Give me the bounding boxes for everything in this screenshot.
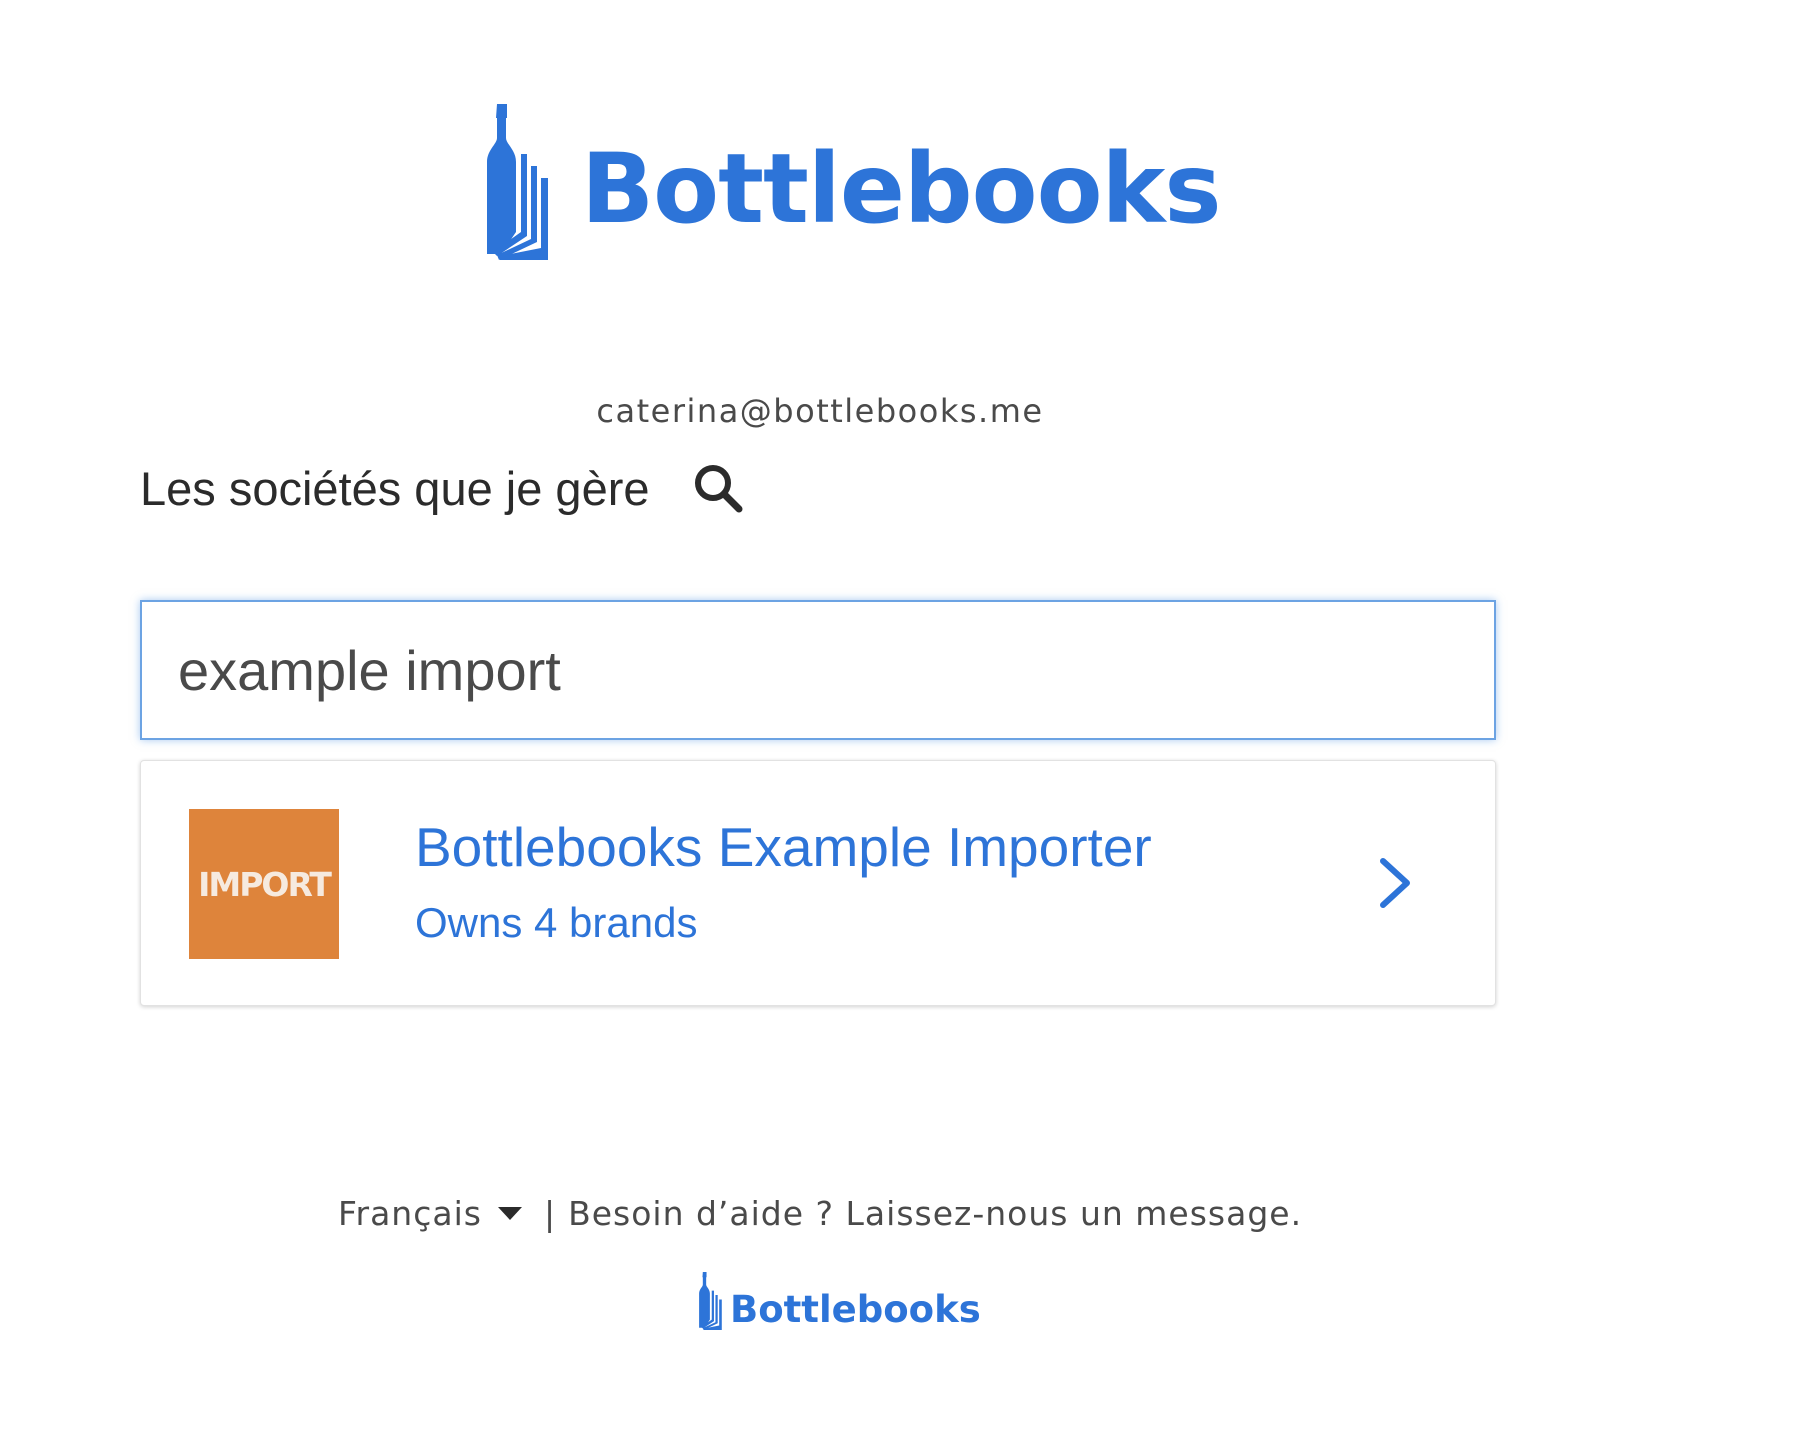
company-thumbnail-label: IMPORT [198, 864, 332, 904]
search-icon [694, 465, 742, 513]
footer-logo: Bottlebooks [698, 1272, 981, 1330]
caret-down-icon [497, 1206, 522, 1220]
company-result-card[interactable]: IMPORT Bottlebooks Example Importer Owns… [140, 760, 1496, 1006]
company-search-input[interactable] [142, 602, 1494, 738]
footer-separator: | [543, 1194, 557, 1233]
bottle-book-logo-icon [699, 1272, 722, 1330]
help-message-link[interactable]: Besoin d’aide ? Laissez-nous un message. [568, 1194, 1302, 1233]
chevron-right-icon[interactable] [1373, 855, 1417, 911]
main-logo: Bottlebooks [485, 104, 1222, 260]
company-search-box [140, 600, 1496, 740]
company-thumbnail: IMPORT [189, 809, 339, 959]
language-label: Français [337, 1194, 482, 1233]
company-brand-count: Owns 4 brands [415, 899, 698, 946]
brand-wordmark: Bottlebooks [581, 133, 1222, 245]
footer-wordmark: Bottlebooks [730, 1288, 981, 1331]
companies-heading: Les sociétés que je gère [140, 461, 650, 515]
company-name[interactable]: Bottlebooks Example Importer [415, 815, 1152, 879]
language-selector[interactable]: Français [338, 1194, 522, 1233]
footer-links: Français | Besoin d’aide ? Laissez-nous … [0, 1194, 1640, 1233]
user-email: caterina@bottlebooks.me [596, 392, 1044, 430]
page: Bottlebooks caterina@bottlebooks.me Les … [0, 0, 1818, 1456]
companies-heading-row: Les sociétés que je gère [140, 460, 746, 516]
search-button[interactable] [690, 460, 746, 516]
bottle-book-logo-icon [487, 104, 548, 260]
